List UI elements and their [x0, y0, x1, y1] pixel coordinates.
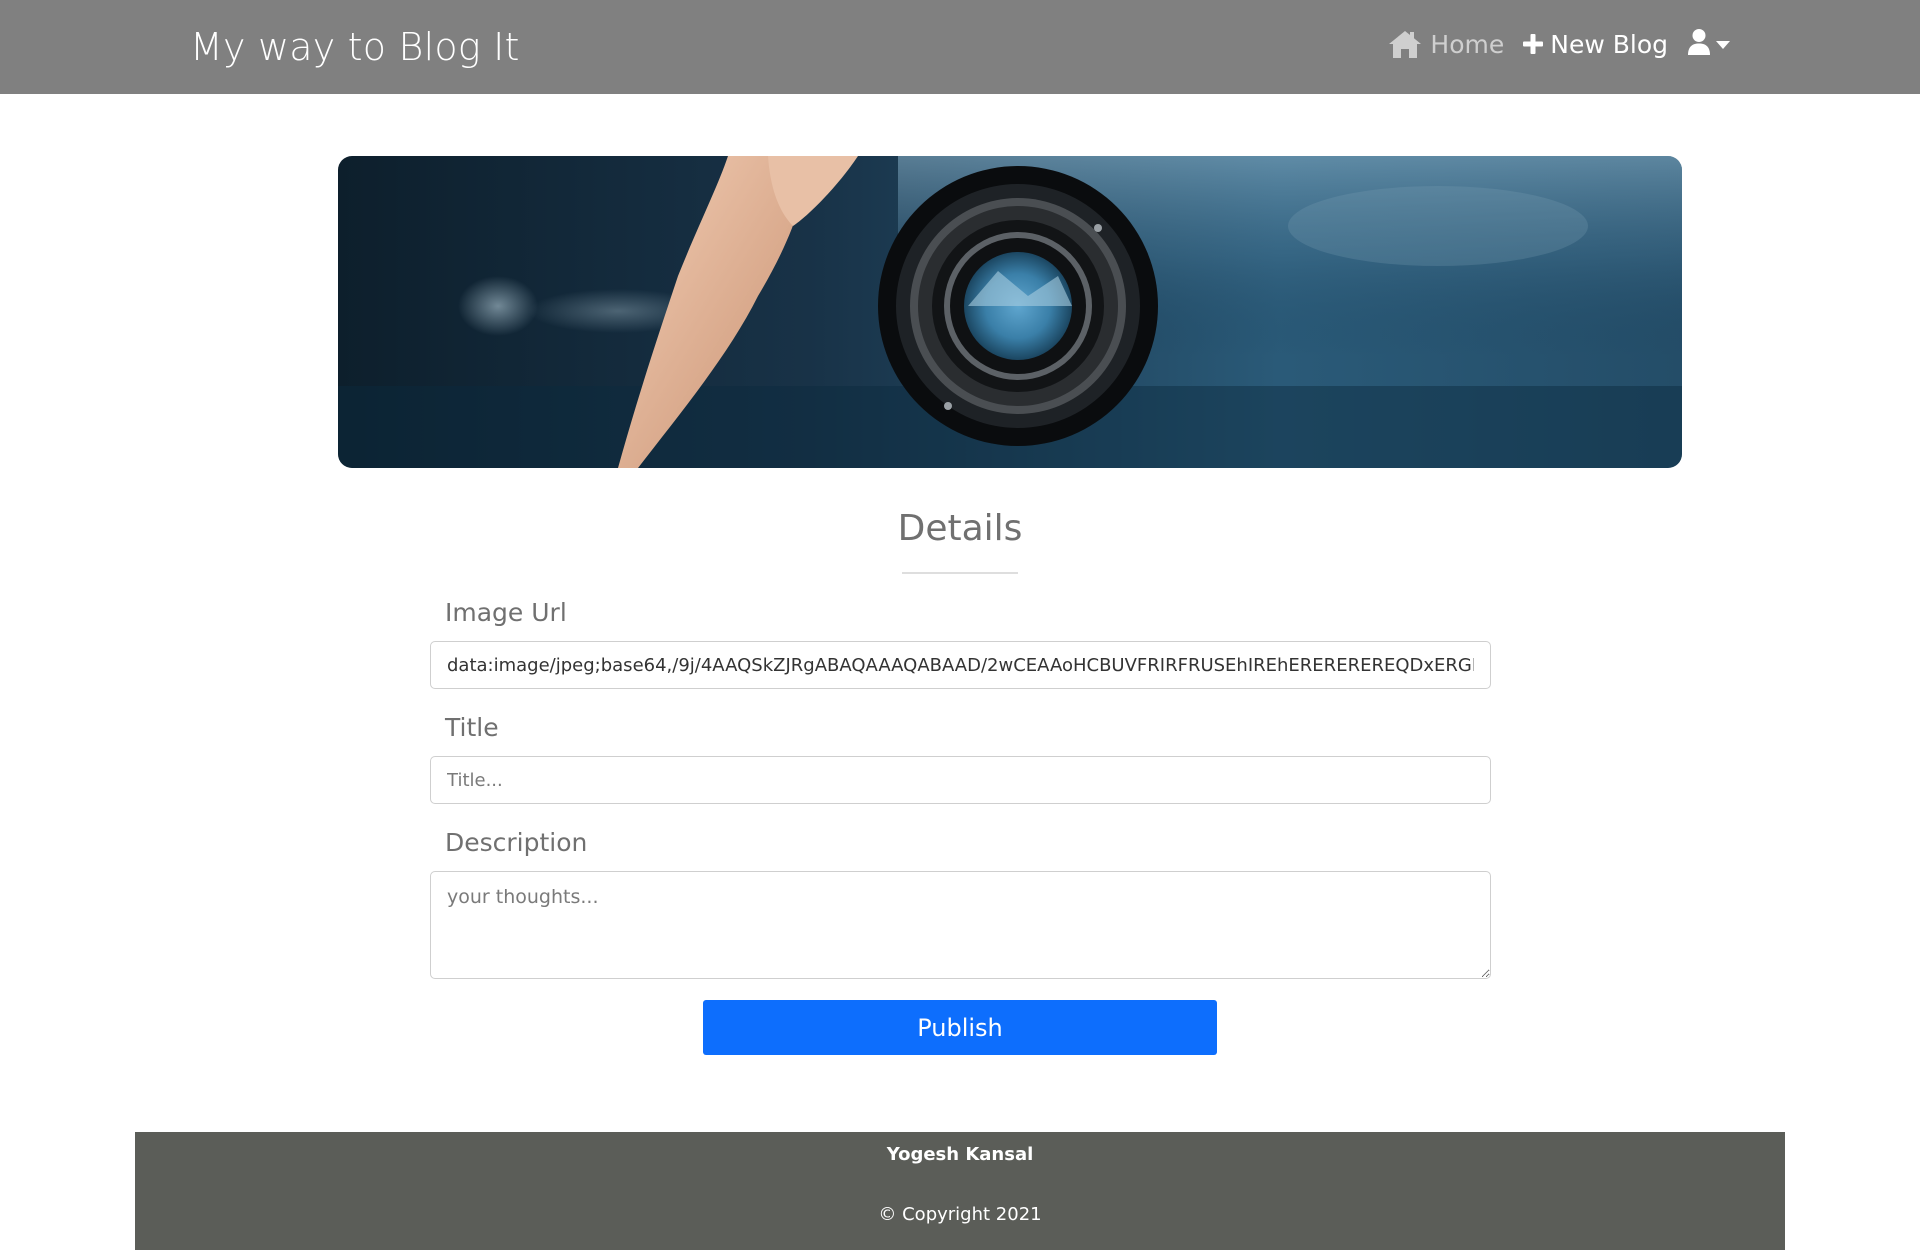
user-icon: [1688, 28, 1710, 60]
nav-links: Home New Blog: [1386, 28, 1730, 60]
nav-home-label: Home: [1430, 29, 1505, 59]
brand-link[interactable]: My way to Blog It: [190, 25, 520, 69]
hero-image: [338, 156, 1682, 468]
image-url-label: Image Url: [445, 598, 567, 627]
description-label: Description: [445, 828, 588, 857]
details-underline: [902, 572, 1018, 574]
title-label: Title: [445, 713, 499, 742]
footer-copyright: © Copyright 2021: [878, 1204, 1042, 1225]
plus-icon: [1522, 33, 1544, 55]
user-dropdown-toggle[interactable]: [1688, 28, 1730, 60]
home-icon: [1386, 29, 1424, 59]
navbar: My way to Blog It Home New Blog: [0, 0, 1920, 94]
footer: Yogesh Kansal © Copyright 2021: [135, 1132, 1785, 1250]
footer-author: Yogesh Kansal: [886, 1144, 1034, 1165]
nav-home-link[interactable]: Home: [1386, 29, 1504, 59]
nav-new-blog-label: New Blog: [1550, 29, 1668, 59]
caret-down-icon: [1716, 35, 1730, 54]
details-heading: Details: [897, 508, 1023, 549]
title-input[interactable]: [430, 756, 1491, 804]
image-url-input[interactable]: [430, 641, 1491, 689]
nav-new-blog-link[interactable]: New Blog: [1522, 30, 1668, 59]
description-textarea[interactable]: [430, 871, 1491, 979]
publish-button[interactable]: Publish: [703, 1000, 1217, 1055]
